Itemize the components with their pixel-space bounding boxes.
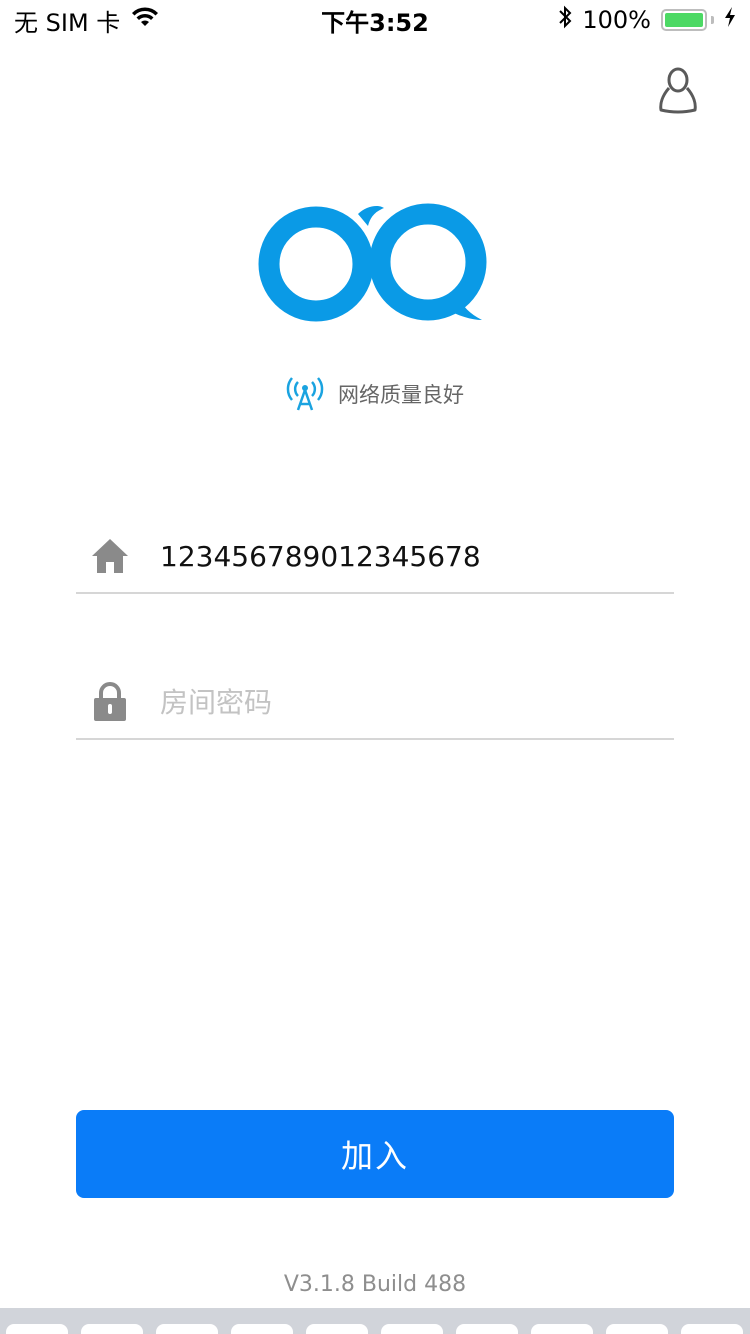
keyboard-key[interactable] <box>231 1324 293 1334</box>
network-status-text: 网络质量良好 <box>338 383 464 407</box>
room-password-field[interactable] <box>76 666 674 740</box>
keyboard-key[interactable] <box>381 1324 443 1334</box>
charging-icon <box>724 6 736 34</box>
room-password-input[interactable] <box>160 685 630 719</box>
status-left: 无 SIM 卡 <box>14 3 160 38</box>
screen: 无 SIM 卡 下午3:52 100% 网络质量良好 1234567890123… <box>0 0 750 1334</box>
lock-icon <box>90 682 130 722</box>
keyboard-key[interactable] <box>681 1324 743 1334</box>
keyboard-key[interactable] <box>81 1324 143 1334</box>
room-number-field[interactable] <box>76 520 674 594</box>
status-bar: 无 SIM 卡 下午3:52 100% <box>0 0 750 40</box>
keyboard-key[interactable] <box>156 1324 218 1334</box>
keyboard-key[interactable] <box>606 1324 668 1334</box>
keyboard-key[interactable] <box>306 1324 368 1334</box>
keyboard-key[interactable] <box>531 1324 593 1334</box>
room-number-input[interactable] <box>160 539 630 573</box>
battery-fill <box>665 13 703 27</box>
bluetooth-icon <box>558 5 572 35</box>
battery-icon <box>661 9 714 31</box>
join-button[interactable]: 加入 <box>76 1110 674 1198</box>
keyboard-peek <box>0 1308 750 1334</box>
wifi-icon <box>130 6 160 34</box>
status-right: 100% <box>558 5 736 35</box>
battery-percent: 100% <box>582 6 651 34</box>
carrier-label: 无 SIM 卡 <box>14 8 121 37</box>
version-label: V3.1.8 Build 488 <box>283 1272 467 1297</box>
keyboard-key[interactable] <box>456 1324 518 1334</box>
user-icon <box>659 67 697 114</box>
battery-cap <box>711 16 714 24</box>
app-logo <box>258 196 492 332</box>
signal-tower-icon <box>286 377 324 411</box>
battery-body <box>661 9 707 31</box>
keyboard-key[interactable] <box>6 1324 68 1334</box>
home-icon <box>90 536 130 576</box>
profile-button[interactable] <box>658 66 698 114</box>
network-status: 网络质量良好 <box>0 376 750 412</box>
